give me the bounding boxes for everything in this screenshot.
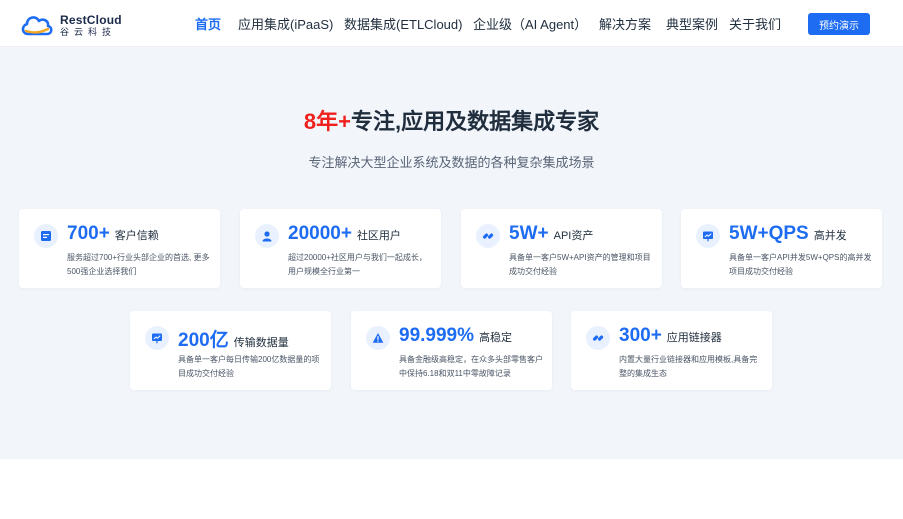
link-icon (476, 224, 500, 248)
stat-number: 200亿 (178, 330, 229, 351)
nav-item-cases[interactable]: 典型案例 (666, 14, 729, 33)
main-nav: 首页 应用集成(iPaaS) 数据集成(ETLCloud) 企业级（AI Age… (195, 14, 789, 33)
nav-item-etlcloud[interactable]: 数据集成(ETLCloud) (344, 14, 473, 33)
stat-card-qps: 5W+QPS 高并发 具备单一客户API并发5W+QPS的高并发项目成功交付经验 (681, 209, 882, 288)
logo-chinese: 谷云科技 (60, 26, 117, 37)
stat-number: 5W+ (509, 223, 549, 244)
card-list-icon (34, 224, 58, 248)
stat-label: 传输数据量 (233, 337, 289, 349)
stat-number: 20000+ (288, 223, 352, 244)
page-footer-area (0, 459, 903, 519)
stat-number: 700+ (67, 223, 110, 244)
nav-item-solutions[interactable]: 解决方案 (599, 14, 666, 33)
stat-description: 具备单一客户5W+API资产的管理和项目成功交付经验 (509, 253, 651, 276)
stat-card-customers: 700+ 客户信赖 服务超过700+行业头部企业的首选, 更多500强企业选择我们 (19, 209, 220, 288)
page-subtitle: 专注解决大型企业系统及数据的各种复杂集成场景 (308, 155, 595, 170)
cloud-logo-icon (20, 12, 54, 38)
stat-number: 300+ (619, 325, 662, 346)
chart-board-icon (145, 326, 169, 350)
nav-item-about[interactable]: 关于我们 (729, 14, 789, 33)
nav-item-ai-agent[interactable]: 企业级（AI Agent） (473, 14, 599, 33)
user-icon (255, 224, 279, 248)
stat-label: 客户信赖 (114, 230, 159, 242)
warning-icon (366, 326, 390, 350)
stats-section: 8年+专注,应用及数据集成专家 专注解决大型企业系统及数据的各种复杂集成场景 7… (0, 47, 903, 459)
stat-description: 具备金融级高稳定，在众多头部零售客户中保持6.18和双11中零故障记录 (399, 355, 543, 378)
stat-card-data-volume: 200亿 传输数据量 具备单一客户每日传输200亿数据量的项目成功交付经验 (130, 311, 331, 390)
logo-english: RestCloud (60, 12, 122, 27)
stat-card-stability: 99.999% 高稳定 具备金融级高稳定，在众多头部零售客户中保持6.18和双11… (351, 311, 552, 390)
stat-number: 99.999% (399, 325, 475, 346)
stat-description: 超过20000+社区用户与我们一起成长，用户规模全行业第一 (288, 253, 427, 276)
stat-description: 服务超过700+行业头部企业的首选, 更多500强企业选择我们 (67, 253, 210, 276)
stat-label: API资产 (553, 230, 594, 242)
stat-card-api: 5W+ API资产 具备单一客户5W+API资产的管理和项目成功交付经验 (461, 209, 662, 288)
stat-description: 具备单一客户API并发5W+QPS的高并发项目成功交付经验 (729, 253, 872, 276)
nav-item-home[interactable]: 首页 (195, 14, 238, 33)
stat-description: 具备单一客户每日传输200亿数据量的项目成功交付经验 (178, 355, 320, 378)
stat-card-connectors: 300+ 应用链接器 内置大量行业链接器和应用模板,具备完整的集成生态 (571, 311, 772, 390)
stat-label: 高稳定 (479, 332, 513, 344)
stat-label: 应用链接器 (666, 332, 722, 344)
stat-description: 内置大量行业链接器和应用模板,具备完整的集成生态 (619, 355, 758, 378)
link-icon (586, 326, 610, 350)
book-demo-button[interactable]: 预约演示 (808, 13, 870, 35)
nav-item-ipaas[interactable]: 应用集成(iPaaS) (238, 14, 344, 33)
stat-number: 5W+QPS (729, 223, 809, 244)
stat-label: 社区用户 (356, 230, 401, 242)
chart-board-icon (696, 224, 720, 248)
site-header: RestCloud 谷云科技 首页 应用集成(iPaaS) 数据集成(ETLCl… (0, 0, 903, 47)
logo[interactable]: RestCloud 谷云科技 (20, 12, 122, 38)
page-title: 8年+专注,应用及数据集成专家 (0, 104, 903, 136)
stat-label: 高并发 (813, 230, 847, 242)
title-accent: 8年+ (303, 109, 351, 134)
title-text: 专注,应用及数据集成专家 (350, 109, 600, 134)
stat-card-community: 20000+ 社区用户 超过20000+社区用户与我们一起成长，用户规模全行业第一 (240, 209, 441, 288)
